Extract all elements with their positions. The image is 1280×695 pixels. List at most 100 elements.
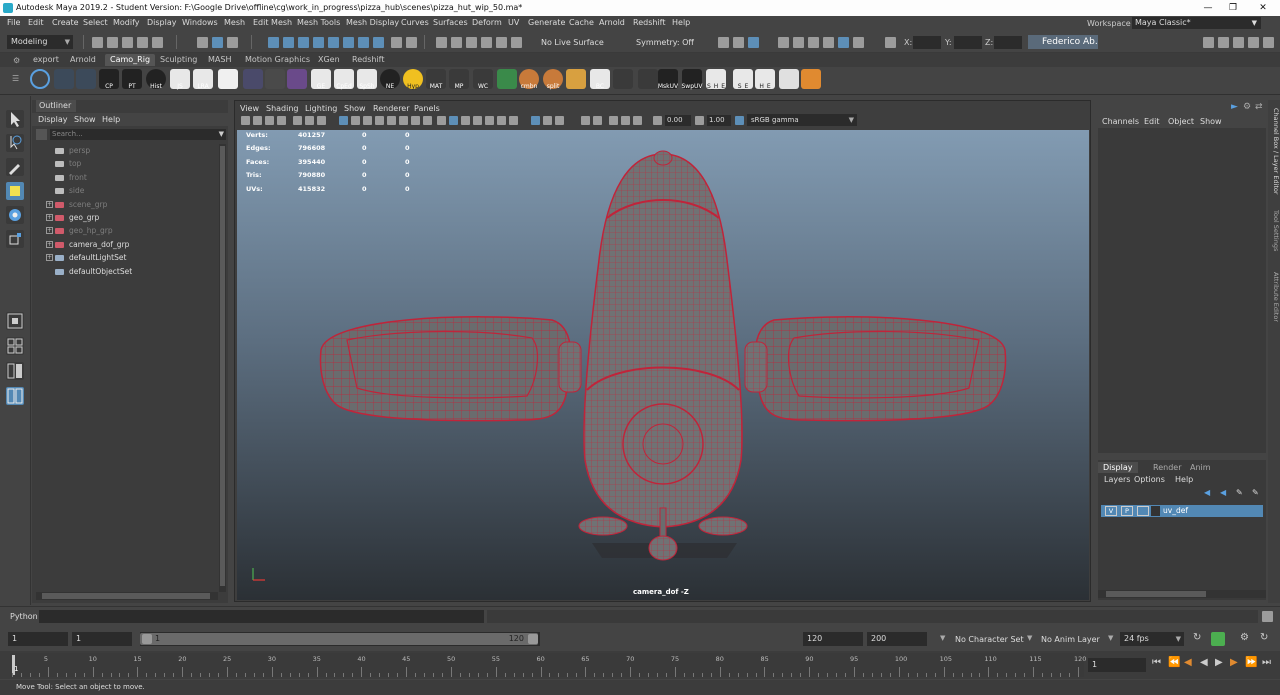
export-arrows-icon[interactable] — [801, 69, 821, 89]
outliner-layout-icon[interactable] — [6, 387, 24, 405]
antialiasing-icon[interactable] — [531, 116, 540, 125]
new-scene-icon[interactable] — [92, 37, 103, 48]
scale-tool-icon[interactable] — [6, 230, 24, 248]
side-tab-channel-box[interactable]: Channel Box / Layer Editor — [1268, 108, 1280, 195]
menu-file[interactable]: File — [7, 18, 20, 27]
shelf-menu-icon[interactable]: ☰ — [12, 74, 19, 83]
expand-icon[interactable]: + — [46, 200, 53, 208]
settings-gear-icon[interactable]: ⚙ — [13, 56, 20, 65]
menu-mesh-display[interactable]: Mesh Display — [346, 18, 399, 27]
layer-row[interactable]: V P uv_def — [1101, 505, 1263, 517]
menu-windows[interactable]: Windows — [182, 18, 218, 27]
step-forward-icon[interactable]: ▶ — [1230, 657, 1238, 668]
paint-weights-icon[interactable] — [218, 69, 238, 89]
close-button[interactable]: ✕ — [1251, 0, 1275, 16]
options-menu[interactable]: Options — [1134, 475, 1165, 484]
select-tool-icon[interactable] — [6, 110, 24, 128]
render-current-icon[interactable] — [748, 37, 759, 48]
modeling-toolkit-icon[interactable] — [1203, 37, 1214, 48]
search-options-icon[interactable] — [36, 129, 47, 140]
camera-select-icon[interactable] — [241, 116, 250, 125]
shelf-tab-sculpting[interactable]: Sculpting — [160, 55, 197, 64]
move-layer-down-icon[interactable]: ◀ — [1220, 488, 1226, 497]
command-language-label[interactable]: Python — [10, 612, 38, 621]
side-tab-tool-settings[interactable]: Tool Settings — [1268, 210, 1280, 251]
pin-icon[interactable]: ► — [1231, 102, 1238, 112]
animation-start-field[interactable]: 1 — [8, 632, 68, 646]
xray-icon[interactable] — [423, 116, 432, 125]
snap-edge-icon[interactable] — [511, 37, 522, 48]
ambient-occlusion-icon[interactable] — [509, 116, 518, 125]
snap-view-icon[interactable] — [481, 37, 492, 48]
tool-settings-icon[interactable] — [1233, 37, 1244, 48]
layer-type-toggle[interactable] — [1137, 506, 1149, 516]
menu-surfaces[interactable]: Surfaces — [433, 18, 468, 27]
uv-pin-icon[interactable] — [638, 69, 658, 89]
channels-menu[interactable]: Channels — [1102, 117, 1139, 126]
pick-dynamic-icon[interactable] — [343, 37, 354, 48]
playback-options-icon[interactable]: ↻ — [1260, 632, 1268, 643]
play-backward-icon[interactable]: ◀ — [1200, 657, 1208, 668]
anim-layer-select[interactable]: No Anim Layer — [1041, 635, 1100, 644]
menu-curves[interactable]: Curves — [401, 18, 429, 27]
layer-color-swatch[interactable] — [1151, 506, 1160, 516]
outliner-menu-show[interactable]: Show — [74, 115, 96, 124]
undo-icon[interactable] — [137, 37, 148, 48]
time-slider-track[interactable]: 1 5 10 15 20 25 30 35 40 45 50 55 60 65 70 75 80 85 90 95 1… — [10, 653, 1086, 677]
pick-misc-icon[interactable] — [373, 37, 384, 48]
menu-mesh[interactable]: Mesh — [224, 18, 245, 27]
outliner-tab[interactable]: Outliner — [36, 100, 76, 112]
lasso-tool-icon[interactable] — [6, 134, 24, 152]
shelf-tab-export[interactable]: export — [33, 55, 59, 64]
go-to-end-icon[interactable]: ⏭ — [1262, 657, 1271, 668]
vp-menu-renderer[interactable]: Renderer — [373, 104, 410, 113]
range-slider-right-handle[interactable] — [528, 634, 538, 644]
workspace-select[interactable]: Maya Classic* ▼ — [1132, 17, 1261, 29]
fps-select[interactable]: 24 fps ▼ — [1120, 632, 1184, 646]
expand-icon[interactable]: + — [46, 240, 53, 248]
step-back-icon[interactable]: ◀ — [1184, 657, 1192, 668]
pick-surface-icon[interactable] — [313, 37, 324, 48]
safe-action-icon[interactable] — [387, 116, 396, 125]
character-set-select[interactable]: No Character Set — [955, 635, 1024, 644]
command-input[interactable] — [39, 610, 484, 623]
select-hierarchy-icon[interactable] — [197, 37, 208, 48]
pick-deform-icon[interactable] — [328, 37, 339, 48]
vp-menu-panels[interactable]: Panels — [414, 104, 440, 113]
gate-mask-icon[interactable] — [363, 116, 372, 125]
menu-uv[interactable]: UV — [508, 18, 519, 27]
extract-icon[interactable] — [566, 69, 586, 89]
image-plane-icon[interactable] — [277, 116, 286, 125]
select-component-icon[interactable] — [227, 37, 238, 48]
2d-pan-icon[interactable] — [293, 116, 302, 125]
menu-modify[interactable]: Modify — [113, 18, 140, 27]
auto-key-icon[interactable] — [1211, 632, 1225, 646]
play-forward-icon[interactable]: ▶ — [1215, 657, 1223, 668]
settings-icon[interactable]: ⚙ — [1243, 102, 1251, 112]
pick-joint-icon[interactable] — [283, 37, 294, 48]
safe-title-icon[interactable] — [399, 116, 408, 125]
textured-icon[interactable] — [473, 116, 482, 125]
layer-playback-toggle[interactable]: P — [1121, 506, 1133, 516]
snap-point-icon[interactable] — [466, 37, 477, 48]
object-menu[interactable]: Object — [1168, 117, 1194, 126]
minimize-button[interactable]: — — [1196, 0, 1220, 16]
two-view-layout-icon[interactable] — [6, 362, 24, 380]
pick-render-icon[interactable] — [358, 37, 369, 48]
outliner-menu-display[interactable]: Display — [38, 115, 68, 124]
lattice-icon[interactable] — [287, 69, 307, 89]
hypershade-icon[interactable] — [808, 37, 819, 48]
shelf-tab-camo-rig[interactable]: Camo_Rig — [105, 54, 156, 66]
motion-blur-icon[interactable] — [555, 116, 564, 125]
lock-icon[interactable] — [391, 37, 402, 48]
depth-of-field-icon[interactable] — [543, 116, 552, 125]
side-tab-attribute-editor[interactable]: Attribute Editor — [1268, 272, 1280, 322]
menu-deform[interactable]: Deform — [472, 18, 502, 27]
redo-icon[interactable] — [152, 37, 163, 48]
render-view-icon[interactable] — [733, 37, 744, 48]
layer-hscrollbar[interactable] — [1098, 590, 1266, 598]
pause-icon[interactable] — [853, 37, 864, 48]
select-object-icon[interactable] — [212, 37, 223, 48]
snap-grid-icon[interactable] — [436, 37, 447, 48]
menu-display[interactable]: Display — [147, 18, 177, 27]
